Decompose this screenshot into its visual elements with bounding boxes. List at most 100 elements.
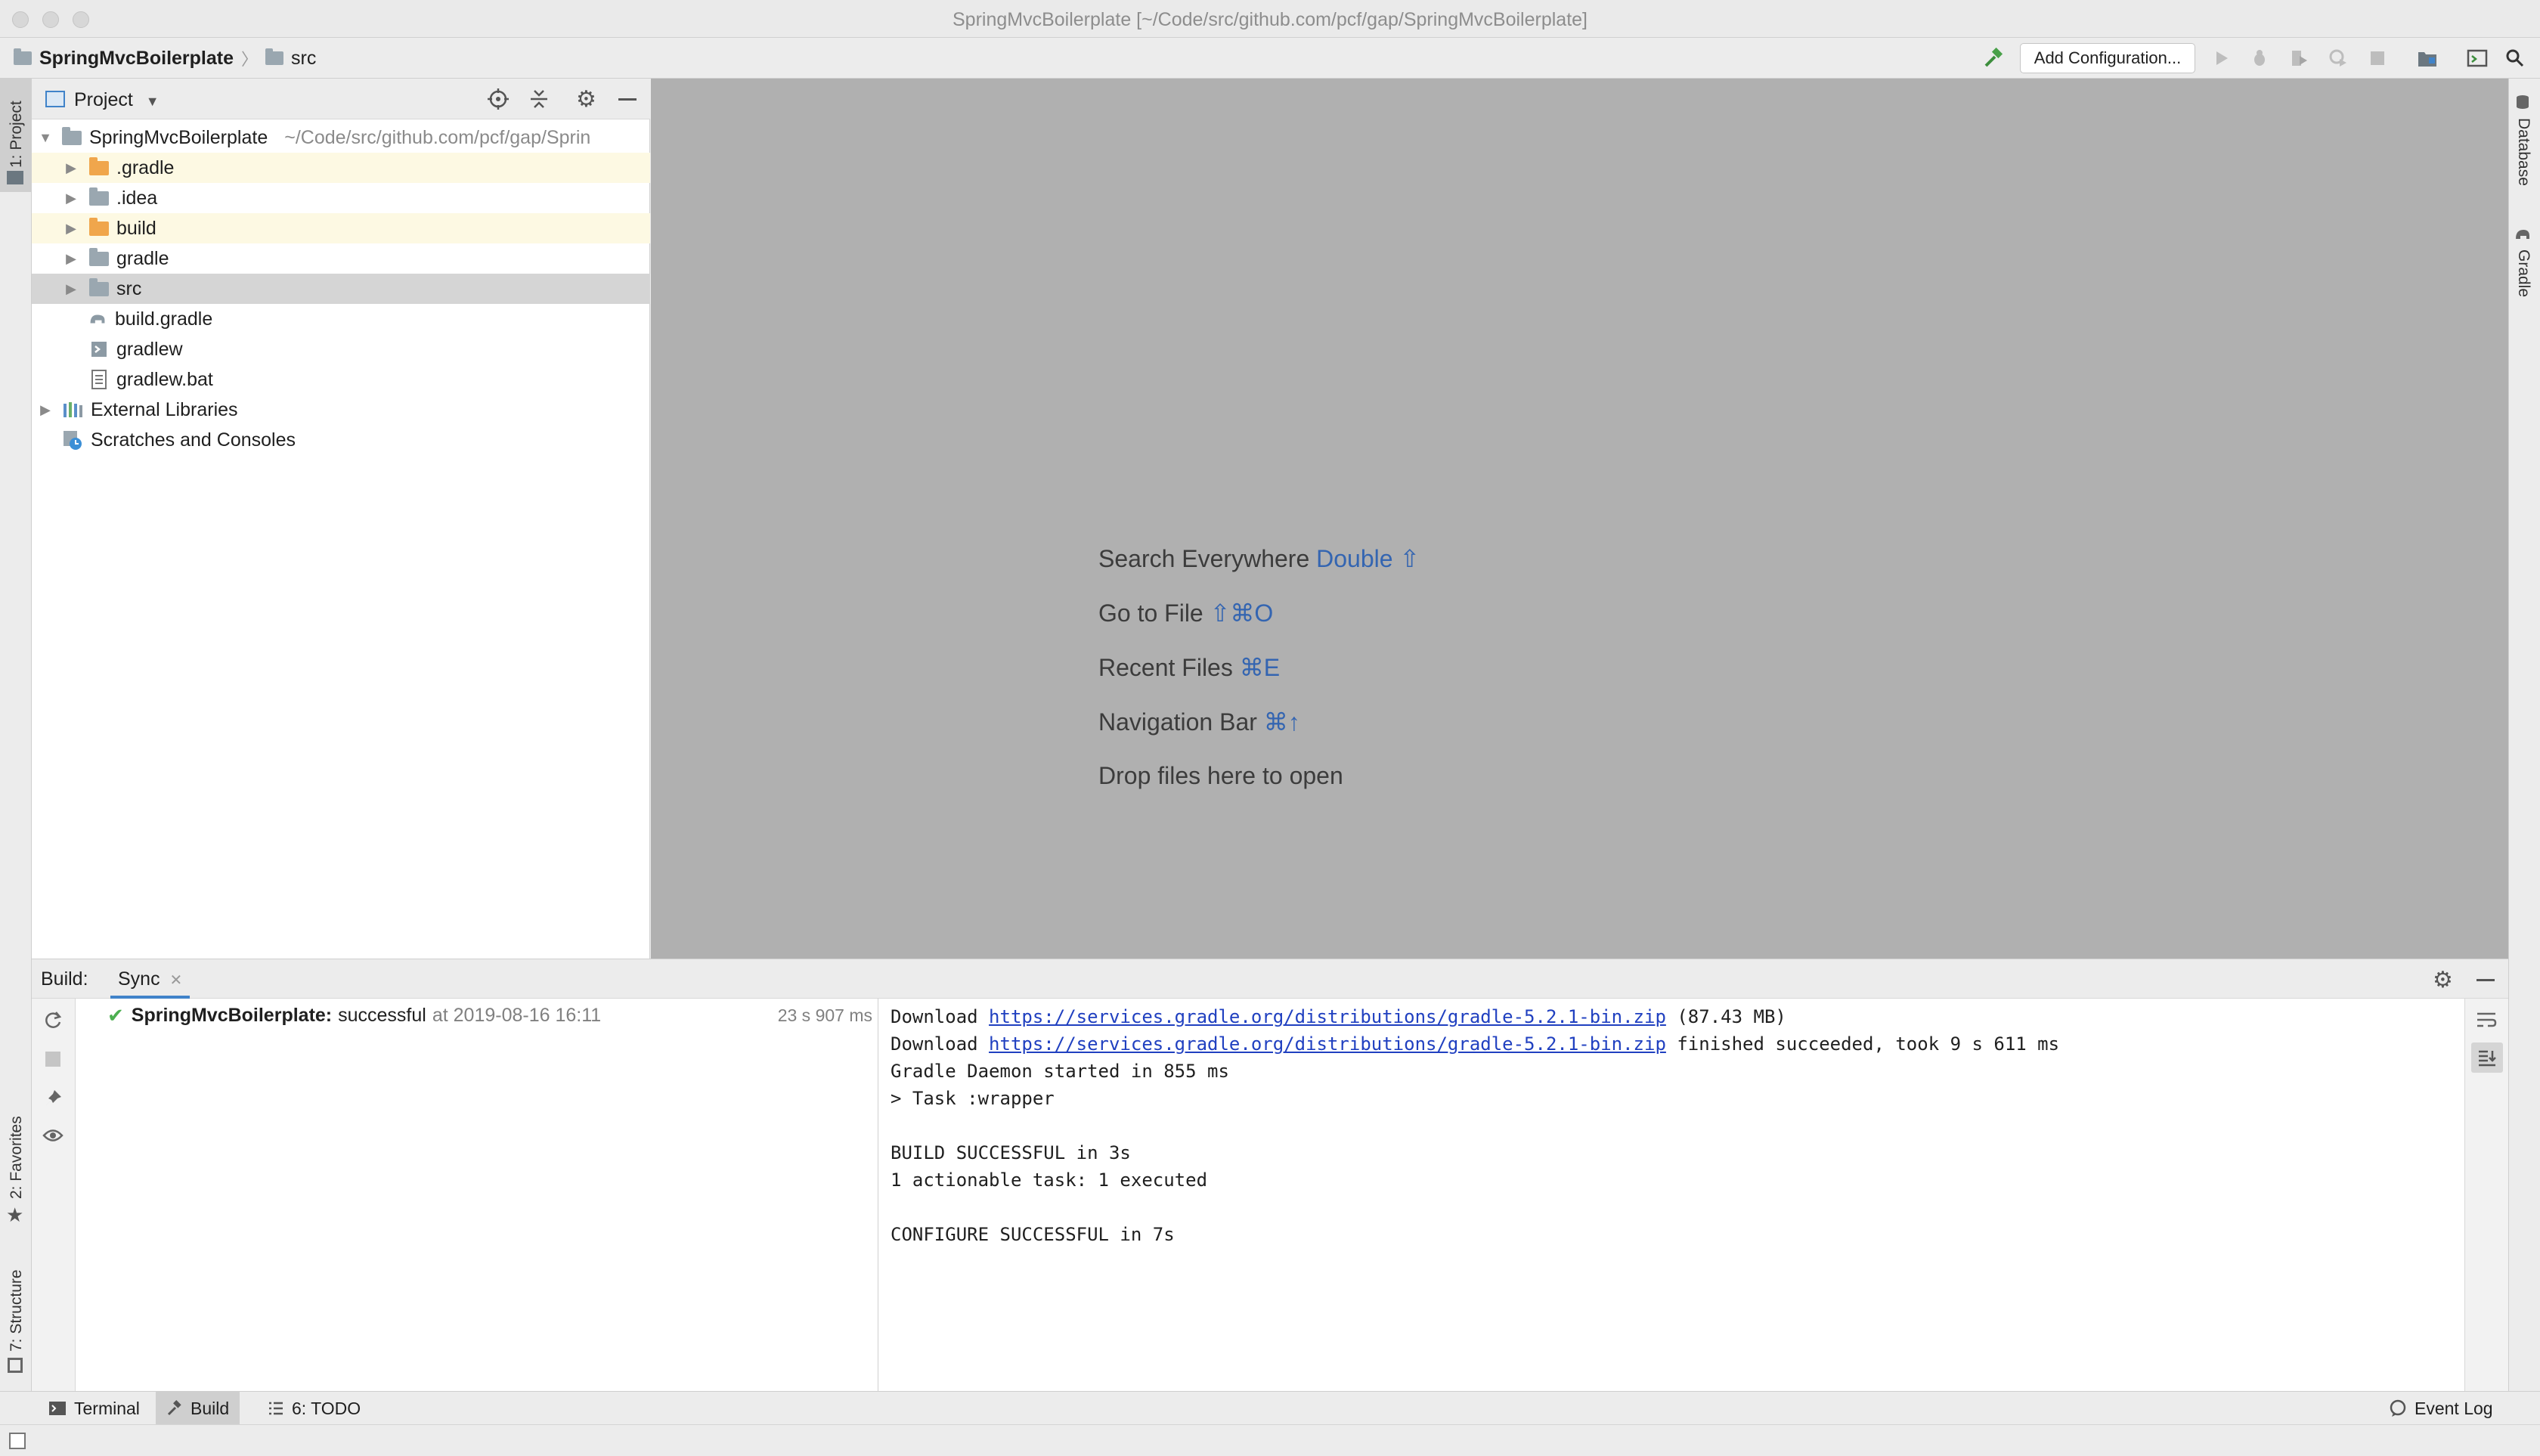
hide-panel-icon[interactable] [618,98,637,101]
debug-icon[interactable] [2247,45,2272,71]
hint-shortcut: ⇧⌘O [1210,599,1274,627]
terminal-window-icon[interactable] [2464,45,2490,71]
stop-icon[interactable] [45,1052,60,1067]
build-duration: 23 s 907 ms [777,1005,872,1025]
tree-item-build-gradle[interactable]: build.gradle [32,304,650,334]
collapsed-arrow-icon[interactable]: ▶ [62,191,80,206]
run-icon[interactable] [2209,45,2235,71]
collapsed-arrow-icon[interactable]: ▶ [62,251,80,267]
tree-item-gradle[interactable]: ▶ gradle [32,243,650,274]
refresh-icon[interactable] [42,1009,64,1030]
tree-item-label: .gradle [116,156,175,178]
tree-item-src[interactable]: ▶ src [32,274,650,304]
coverage-icon[interactable] [2286,45,2312,71]
eye-icon[interactable] [42,1127,64,1144]
hide-panel-icon[interactable] [2476,979,2495,981]
text-file-icon [91,370,116,389]
tree-root-project[interactable]: ▼ SpringMvcBoilerplate ~/Code/src/github… [32,122,650,153]
search-icon[interactable] [2502,45,2528,71]
project-view-selector[interactable]: Project ▼ [74,79,160,119]
breadcrumb-project[interactable]: SpringMvcBoilerplate [39,48,234,70]
tab-terminal[interactable]: Terminal [38,1392,150,1425]
add-configuration-button[interactable]: Add Configuration... [2020,43,2195,73]
hint-go-to-file: Go to File ⇧⌘O [1098,599,1273,627]
build-result-row[interactable]: ✔ SpringMvcBoilerplate: successful at 20… [76,999,878,1032]
project-folder-icon [7,171,23,184]
tab-structure[interactable]: 7: Structure [8,1269,26,1352]
hint-text: Search Everywhere [1098,545,1310,572]
tree-item-gradle-dir[interactable]: ▶ .gradle [32,153,650,183]
pin-icon[interactable] [42,1088,64,1109]
project-folder-icon [14,48,32,65]
hint-drop-files: Drop files here to open [1098,762,1343,789]
gear-icon[interactable]: ⚙ [2433,967,2453,993]
tree-item-idea[interactable]: ▶ .idea [32,183,650,213]
tab-project-label[interactable]: 1: Project [8,101,26,168]
checkmark-icon: ✔ [107,1003,124,1027]
project-panel-header: Project ▼ ⚙ [32,79,650,119]
profile-icon[interactable] [2325,45,2351,71]
tree-item-gradlew-bat[interactable]: gradlew.bat [32,364,650,395]
shell-script-icon [91,339,116,359]
hint-recent-files: Recent Files ⌘E [1098,653,1280,682]
collapsed-arrow-icon[interactable]: ▶ [62,221,80,237]
soft-wrap-icon[interactable] [2476,1011,2497,1029]
window-title: SpringMvcBoilerplate [~/Code/src/github.… [952,9,1588,30]
tab-favorites[interactable]: 2: Favorites [8,1116,26,1199]
locate-icon[interactable] [487,88,510,110]
console-line: BUILD SUCCESSFUL in 3s [891,1142,1131,1163]
editor-empty-area[interactable] [651,79,2508,959]
database-icon [2514,94,2531,110]
collapsed-arrow-icon[interactable]: ▶ [36,402,54,418]
tree-item-external-libraries[interactable]: ▶ External Libraries [32,395,650,425]
tab-terminal-label: Terminal [74,1398,140,1418]
project-structure-icon[interactable] [2415,45,2440,71]
tree-root-path: ~/Code/src/github.com/pcf/gap/Sprin [284,126,591,148]
gear-icon[interactable]: ⚙ [576,86,596,113]
build-toolbar [32,999,76,1392]
download-link[interactable]: https://services.gradle.org/distribution… [989,1033,1666,1055]
console-line: Gradle Daemon started in 855 ms [891,1061,1229,1082]
excluded-folder-icon [89,217,109,236]
tree-item-label: src [116,277,142,299]
scroll-to-end-button[interactable] [2471,1042,2503,1073]
tab-todo[interactable]: 6: TODO [257,1392,371,1425]
scratches-icon [62,429,83,451]
event-log-label: Event Log [2415,1398,2493,1418]
build-results-tree: ✔ SpringMvcBoilerplate: successful at 20… [76,999,878,1392]
tree-item-scratches[interactable]: Scratches and Consoles [32,425,650,455]
tree-item-label: .idea [116,187,158,209]
tab-build[interactable]: Build [156,1392,240,1425]
tree-item-build[interactable]: ▶ build [32,213,650,243]
tab-database[interactable]: Database [2514,118,2532,186]
stop-icon[interactable] [2365,45,2390,71]
build-hammer-icon[interactable] [1981,45,2006,71]
tree-item-gradlew[interactable]: gradlew [32,334,650,364]
status-bar [0,1424,2540,1456]
collapse-all-icon[interactable] [528,88,550,110]
list-icon [269,1402,283,1415]
build-tool-window: Build: Sync ✕ ⚙ ✔ SpringMvcBoilerplate: … [32,959,2508,1392]
collapsed-arrow-icon[interactable]: ▶ [62,160,80,176]
hint-shortcut: Double ⇧ [1316,545,1420,572]
terminal-icon [49,1402,66,1415]
folder-icon [89,187,109,206]
breadcrumb-folder[interactable]: src [291,48,316,70]
download-link[interactable]: https://services.gradle.org/distribution… [989,1006,1666,1027]
collapsed-arrow-icon[interactable]: ▶ [62,281,80,297]
excluded-folder-icon [89,156,109,175]
tree-item-label: External Libraries [91,398,238,420]
build-console[interactable]: Download https://services.gradle.org/dis… [878,999,2464,1392]
build-window-header: Build: Sync ✕ ⚙ [32,959,2508,999]
tab-sync[interactable]: Sync ✕ [110,959,190,999]
folder-icon [89,247,109,266]
tab-gradle[interactable]: Gradle [2514,249,2532,297]
speech-bubble-icon [2390,1399,2406,1417]
tree-root-label: SpringMvcBoilerplate [89,126,268,148]
tool-windows-toggle-icon[interactable] [9,1433,26,1449]
event-log-button[interactable]: Event Log [2378,1392,2504,1425]
close-tab-icon[interactable]: ✕ [170,972,183,989]
breadcrumb: SpringMvcBoilerplate 〉 src [14,38,316,79]
console-line: CONFIGURE SUCCESSFUL in 7s [891,1224,1175,1245]
expanded-arrow-icon[interactable]: ▼ [36,130,54,146]
